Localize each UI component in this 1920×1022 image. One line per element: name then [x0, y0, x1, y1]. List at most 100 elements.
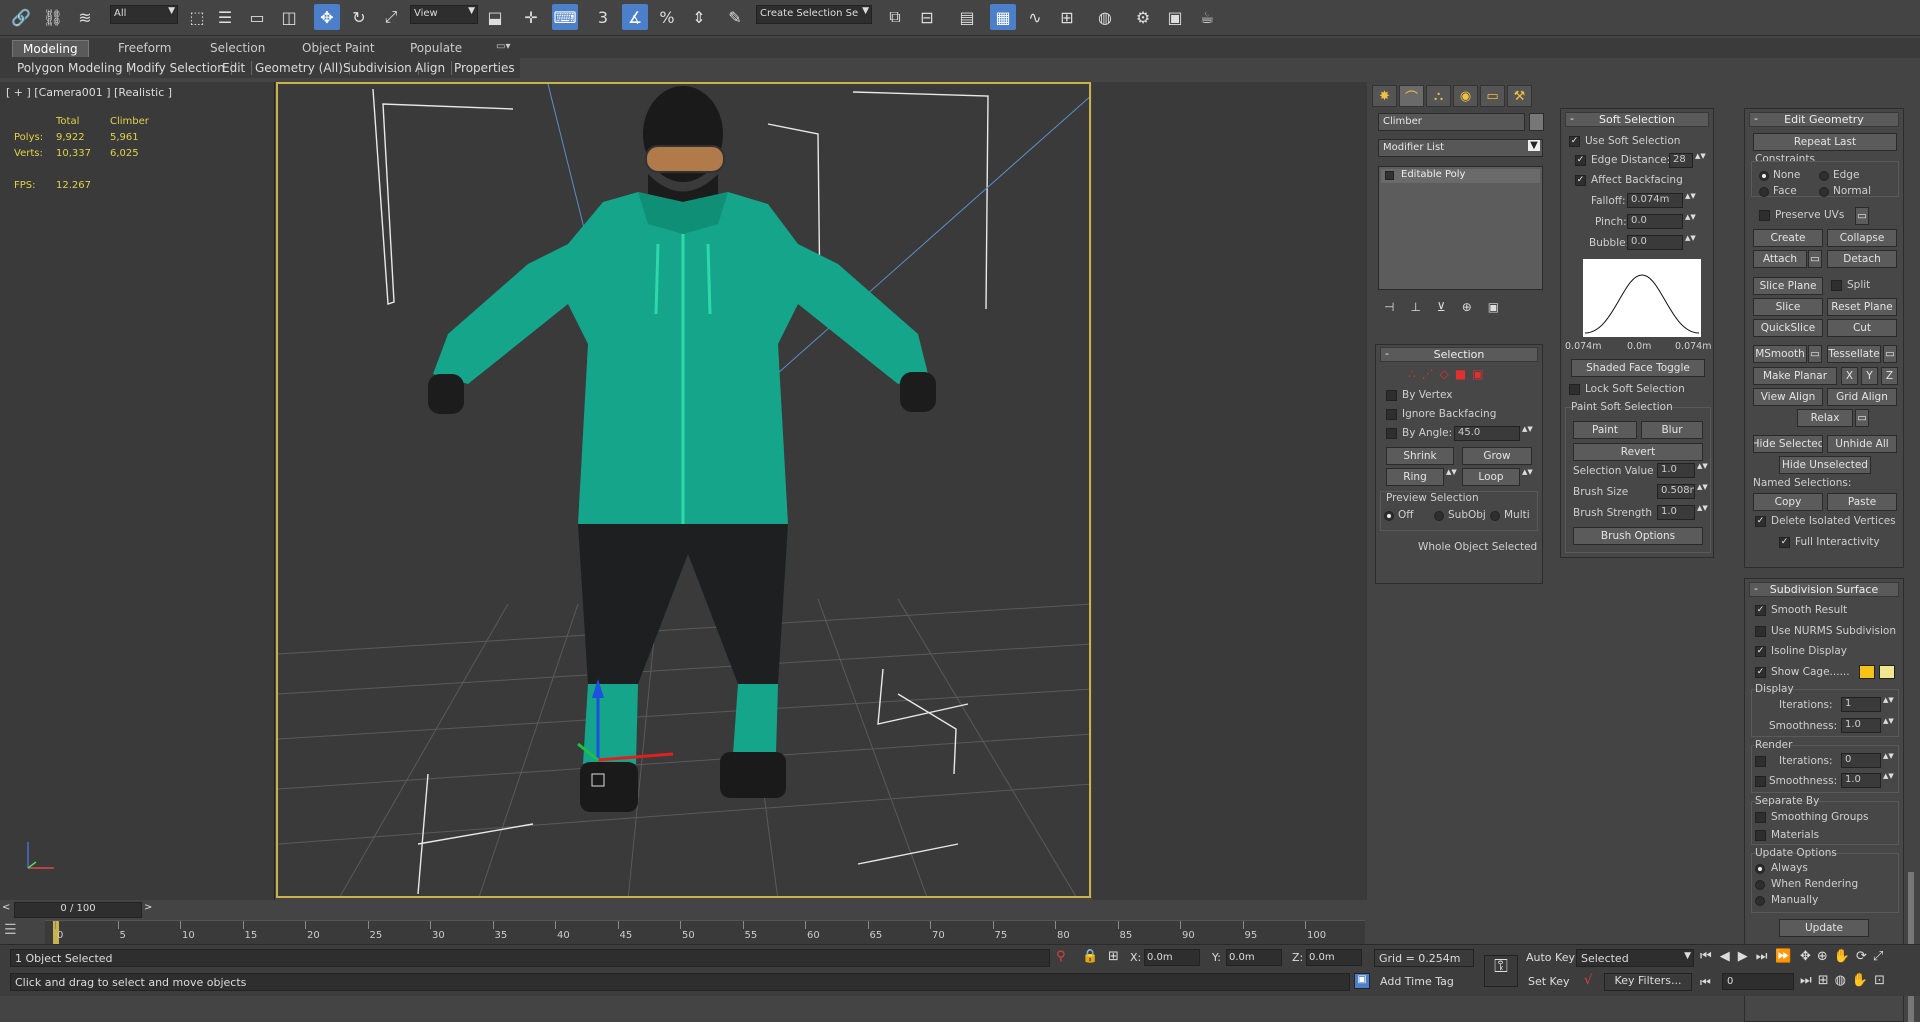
detach-button[interactable]: Detach	[1827, 250, 1897, 268]
display-smoothness-spinner[interactable]: 1.0	[1841, 718, 1881, 733]
paste-button[interactable]: Paste	[1827, 493, 1897, 511]
display-iterations-spinner[interactable]: 1	[1841, 697, 1881, 712]
tab-modeling[interactable]: Modeling	[12, 40, 89, 57]
spinner-arrows-icon[interactable]: ▲▼	[1883, 773, 1894, 788]
unlink-icon[interactable]: ⛓	[40, 4, 66, 30]
preview-off-radio[interactable]	[1384, 511, 1394, 521]
msmooth-settings-button[interactable]: ▭	[1808, 345, 1822, 363]
copy-button[interactable]: Copy	[1753, 493, 1823, 511]
constraint-none-radio[interactable]	[1759, 171, 1769, 181]
brush-size-spinner[interactable]: 0.508m	[1657, 484, 1695, 499]
make-planar-button[interactable]: Make Planar	[1753, 367, 1837, 385]
material-editor-icon[interactable]: ◍	[1092, 4, 1118, 30]
viewport-label[interactable]: [ + ] [Camera001 ] [Realistic ]	[6, 86, 172, 99]
tab-selection[interactable]: Selection	[200, 40, 275, 57]
time-slider[interactable]: 0 / 100	[14, 902, 142, 918]
bubble-spinner[interactable]: 0.0	[1627, 235, 1683, 250]
revert-button[interactable]: Revert	[1573, 443, 1703, 461]
render-frame-icon[interactable]: ▣	[1162, 4, 1188, 30]
panel-subdivision[interactable]: Subdivision	[337, 61, 419, 75]
lock-soft-selection-checkbox[interactable]	[1569, 384, 1580, 395]
delete-isolated-checkbox[interactable]: ✓	[1755, 516, 1766, 527]
use-soft-selection-checkbox[interactable]: ✓	[1569, 136, 1580, 147]
view-align-button[interactable]: View Align	[1753, 388, 1823, 406]
materials-checkbox[interactable]	[1755, 830, 1766, 841]
spinner-snap-icon[interactable]: ⇕	[686, 4, 712, 30]
select-move-icon[interactable]: ✥	[314, 4, 340, 30]
ring-button[interactable]: Ring	[1386, 468, 1444, 486]
scene-explorer-icon[interactable]: ▦	[990, 4, 1016, 30]
create-button[interactable]: Create	[1753, 229, 1823, 247]
schematic-view-icon[interactable]: ⊞	[1054, 4, 1080, 30]
spinner-arrows-icon[interactable]: ▲▼	[1883, 753, 1894, 768]
render-smoothness-spinner[interactable]: 1.0	[1841, 773, 1881, 788]
align-icon[interactable]: ⊟	[914, 4, 940, 30]
key-mode-dropdown[interactable]: Selected ▼	[1576, 949, 1694, 967]
stack-tools-icons[interactable]: ⊣⊥⊻⊕▣	[1384, 300, 1515, 314]
panel-geometry-all[interactable]: Geometry (All)	[249, 61, 350, 75]
spinner-arrows-icon[interactable]: ▲▼	[1883, 697, 1894, 712]
hierarchy-tab-icon[interactable]: ⛬	[1426, 85, 1451, 107]
viewport-nav-icons[interactable]: ✥⊕✋⟳⤢	[1800, 949, 1889, 964]
select-scale-icon[interactable]: ⤢	[378, 4, 404, 30]
viewport-nav-icons-2[interactable]: ⏭⊞◍✋⊡	[1800, 973, 1891, 988]
cut-button[interactable]: Cut	[1827, 319, 1897, 337]
falloff-spinner[interactable]: 0.074m	[1627, 193, 1683, 208]
planar-y-button[interactable]: Y	[1861, 367, 1878, 385]
ignore-backfacing-checkbox[interactable]	[1386, 409, 1397, 420]
isoline-display-checkbox[interactable]: ✓	[1755, 646, 1766, 657]
spinner-arrows-icon[interactable]: ▲▼	[1697, 505, 1708, 520]
track-bar[interactable]: 0 5 10 15 20 25 30 35 40 45 50 55 60 65 70 75 80 85 90 95 10…	[45, 920, 1365, 945]
motion-tab-icon[interactable]: ◉	[1453, 85, 1478, 107]
spinner-arrows-icon[interactable]: ▲▼	[1685, 235, 1696, 250]
render-iterations-spinner[interactable]: 0	[1841, 753, 1881, 768]
constraint-edge-radio[interactable]	[1819, 171, 1829, 181]
time-tag-icon[interactable]: ▣	[1354, 973, 1370, 989]
tab-populate[interactable]: Populate	[400, 40, 472, 57]
paint-button[interactable]: Paint	[1573, 421, 1637, 439]
slice-plane-button[interactable]: Slice Plane	[1753, 277, 1823, 295]
tab-object-paint[interactable]: Object Paint	[292, 40, 385, 57]
modifier-list-dropdown[interactable]: Modifier List ▼	[1378, 139, 1543, 157]
layer-manager-icon[interactable]: ▤	[954, 4, 980, 30]
set-key-button[interactable]: Set Key	[1528, 975, 1570, 988]
mirror-icon[interactable]: ⧉	[882, 4, 908, 30]
angle-snap-icon[interactable]: ∡	[622, 4, 648, 30]
absolute-mode-icon[interactable]: ⊞	[1108, 949, 1119, 964]
x-coord-field[interactable]: 0.0m	[1144, 949, 1200, 966]
attach-button[interactable]: Attach	[1753, 250, 1807, 268]
brush-strength-spinner[interactable]: 1.0	[1657, 505, 1695, 520]
by-vertex-checkbox[interactable]	[1386, 390, 1397, 401]
split-checkbox[interactable]	[1831, 280, 1842, 291]
slice-button[interactable]: Slice	[1753, 298, 1823, 316]
tab-freeform[interactable]: Freeform	[108, 40, 181, 57]
pivot-icon[interactable]: ⬓	[482, 4, 508, 30]
update-button[interactable]: Update	[1779, 919, 1869, 937]
lock-icon[interactable]: 🔒	[1082, 949, 1098, 964]
render-setup-icon[interactable]: ⚙	[1130, 4, 1156, 30]
expand-icon[interactable]	[1385, 171, 1394, 180]
panel-properties[interactable]: Properties	[448, 61, 521, 75]
collapse-button[interactable]: Collapse	[1827, 229, 1897, 247]
key-icon[interactable]: ⚿	[1484, 955, 1518, 987]
preview-subobj-radio[interactable]	[1434, 511, 1444, 521]
cage-color-swatch[interactable]	[1859, 665, 1875, 679]
select-object-icon[interactable]: ⬚	[184, 4, 210, 30]
snap-toggle-icon[interactable]: 3	[590, 4, 616, 30]
goto-start-icon[interactable]: ⏮	[1700, 975, 1711, 990]
rect-selection-icon[interactable]: ▭	[244, 4, 270, 30]
cage-selected-color-swatch[interactable]	[1879, 665, 1895, 679]
render-production-icon[interactable]: ☕	[1194, 4, 1220, 30]
affect-backfacing-checkbox[interactable]: ✓	[1575, 175, 1586, 186]
by-angle-checkbox[interactable]	[1386, 428, 1397, 439]
spinner-arrows-icon[interactable]: ▲▼	[1685, 193, 1696, 208]
window-crossing-icon[interactable]: ◫	[276, 4, 302, 30]
grid-align-button[interactable]: Grid Align	[1827, 388, 1897, 406]
unhide-all-button[interactable]: Unhide All	[1827, 435, 1897, 453]
panel-edit[interactable]: Edit	[216, 61, 253, 75]
utilities-tab-icon[interactable]: ⚒	[1507, 85, 1532, 107]
smoothing-groups-checkbox[interactable]	[1755, 812, 1766, 823]
keyboard-shortcut-icon[interactable]: ⌨	[552, 4, 578, 30]
render-smoothness-checkbox[interactable]	[1755, 776, 1766, 787]
planar-x-button[interactable]: X	[1841, 367, 1858, 385]
